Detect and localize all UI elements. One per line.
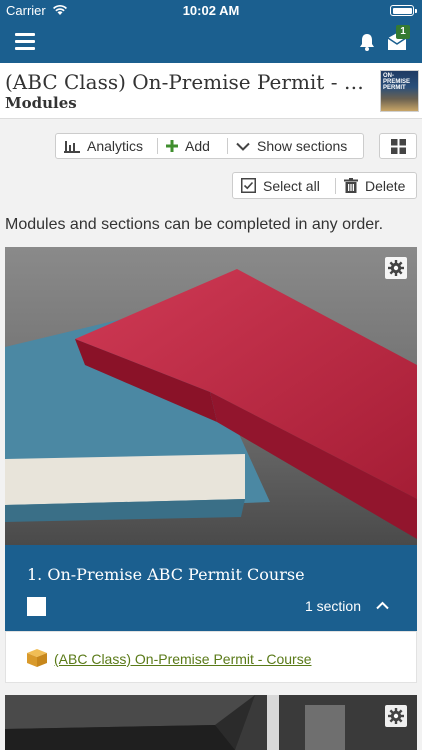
add-button[interactable]: Add <box>158 134 227 158</box>
select-all-button[interactable]: Select all <box>233 173 335 198</box>
module-checkbox[interactable] <box>27 597 46 616</box>
section-link[interactable]: (ABC Class) On-Premise Permit - Course <box>54 651 312 667</box>
analytics-button[interactable]: Analytics <box>56 134 157 158</box>
package-icon <box>27 649 47 667</box>
page-subtitle: Modules <box>5 94 77 112</box>
select-all-label: Select all <box>263 177 320 194</box>
gear-icon <box>388 708 404 724</box>
module-title-band: 1. On-Premise ABC Permit Course 1 sectio… <box>5 545 417 631</box>
add-label: Add <box>185 138 210 154</box>
mail-badge: 1 <box>396 25 410 39</box>
show-sections-button[interactable]: Show sections <box>228 134 363 158</box>
clock: 10:02 AM <box>182 3 240 18</box>
modules-toolbar: Analytics Add Show sections <box>55 133 364 159</box>
plus-icon <box>166 140 178 152</box>
bell-icon[interactable] <box>358 32 376 52</box>
gear-icon <box>388 260 404 276</box>
selection-toolbar: Select all Delete <box>232 172 417 199</box>
bar-chart-icon <box>64 141 80 153</box>
module-image <box>5 247 417 545</box>
thumbnail-text: ON-PREMISE PERMIT <box>383 73 411 91</box>
course-title: (ABC Class) On-Premise Permit - Online <box>5 70 375 94</box>
delete-label: Delete <box>365 177 406 194</box>
grid-view-button[interactable] <box>379 133 417 159</box>
analytics-label: Analytics <box>87 138 144 154</box>
top-nav-bar <box>0 20 422 63</box>
checkbox-icon <box>241 178 256 193</box>
course-header: (ABC Class) On-Premise Permit - Online M… <box>0 63 422 119</box>
delete-button[interactable]: Delete <box>336 173 416 198</box>
status-bar: Carrier 10:02 AM <box>0 0 422 20</box>
section-count: 1 section <box>304 598 361 614</box>
battery-icon <box>390 5 417 16</box>
module-card[interactable]: 1. On-Premise ABC Permit Course 1 sectio… <box>5 247 417 683</box>
show-sections-label: Show sections <box>257 138 348 154</box>
course-thumbnail[interactable]: ON-PREMISE PERMIT <box>380 70 419 112</box>
info-text: Modules and sections can be completed in… <box>5 216 384 233</box>
module-title[interactable]: 1. On-Premise ABC Permit Course <box>27 565 305 584</box>
menu-icon[interactable] <box>15 33 35 50</box>
trash-icon <box>344 178 358 193</box>
module-card-2[interactable] <box>5 695 417 750</box>
grid-icon <box>391 139 406 154</box>
chevron-down-icon <box>236 142 250 151</box>
chevron-up-icon[interactable] <box>376 601 389 610</box>
module-section-item[interactable]: (ABC Class) On-Premise Permit - Course <box>5 631 417 683</box>
module-settings-button[interactable] <box>385 257 407 279</box>
module-settings-button[interactable] <box>385 705 407 727</box>
